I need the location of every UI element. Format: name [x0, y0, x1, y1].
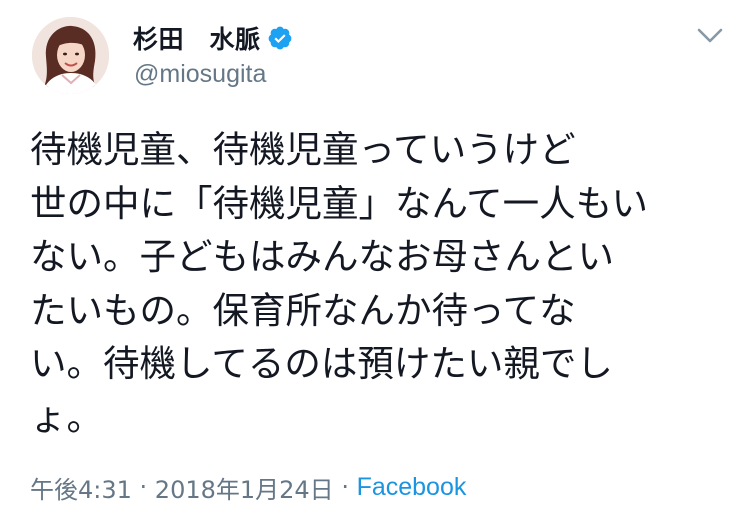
tweet-card: 杉田 水脈 @miosugita 待機児童、待機児童っていうけど 世の中に「待機… — [0, 0, 750, 521]
tweet-text-line: 世の中に「待機児童」なんて一人もい — [30, 181, 648, 225]
tweet-text: 待機児童、待機児童っていうけど 世の中に「待機児童」なんて一人もい ない。子ども… — [30, 123, 730, 444]
tweet-text-line: ょ。 — [30, 395, 103, 439]
meta-separator: · — [333, 473, 357, 501]
chevron-down-icon[interactable] — [697, 27, 723, 45]
tweet-text-line: ない。子どもはみんなお母さんとい — [30, 235, 614, 278]
tweet-text-line: い。待機してるのは預けたい親でし — [30, 342, 613, 385]
tweet-time[interactable]: 午後4:31 — [30, 470, 132, 505]
tweet-date[interactable]: 2018年1月24日 — [155, 470, 334, 505]
avatar[interactable] — [32, 17, 109, 94]
meta-separator: · — [131, 473, 155, 501]
avatar-photo — [32, 17, 109, 94]
author-name-row[interactable]: 杉田 水脈 — [133, 20, 293, 56]
tweet-text-line: たいもの。保育所なんか待ってな — [30, 288, 576, 332]
tweet-text-line: 待機児童、待機児童っていうけど — [30, 128, 576, 171]
tweet-source-link[interactable]: Facebook — [357, 473, 467, 502]
tweet-meta: 午後4:31 · 2018年1月24日 · Facebook — [30, 470, 466, 504]
display-name[interactable]: 杉田 水脈 — [133, 20, 261, 56]
verified-badge-icon — [267, 25, 293, 51]
author-handle[interactable]: @miosugita — [134, 60, 266, 89]
